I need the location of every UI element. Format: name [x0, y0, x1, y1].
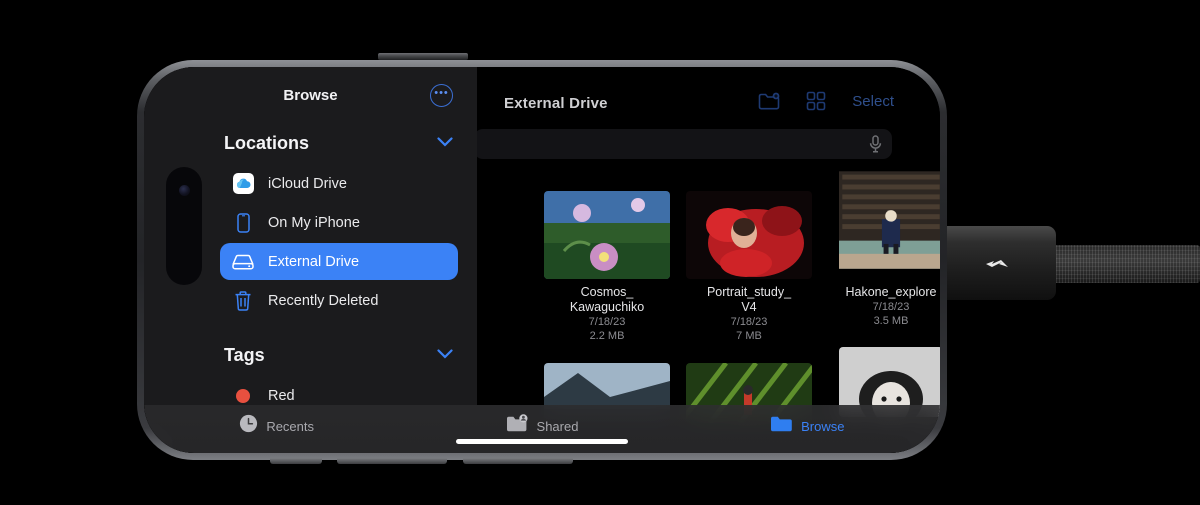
grid-view-icon[interactable]	[806, 91, 826, 111]
iphone-device: External Drive Select Cosmos_ Kawaguchik…	[137, 60, 947, 460]
sidebar-header: Browse •••	[144, 67, 477, 123]
file-name: Portrait_study_ V4	[706, 285, 792, 314]
device-top-edge-detail	[378, 53, 468, 60]
page-title: External Drive	[504, 95, 608, 112]
screenshot-stage: External Drive Select Cosmos_ Kawaguchik…	[0, 0, 1200, 505]
sidebar-item-label: iCloud Drive	[268, 175, 347, 192]
search-input[interactable]	[474, 129, 892, 159]
sidebar-item-on-my-iphone[interactable]: On My iPhone	[220, 204, 458, 241]
select-button[interactable]: Select	[852, 93, 894, 110]
sidebar-item-tag-red[interactable]: Red	[220, 377, 458, 414]
sidebar-item-recently-deleted[interactable]: Recently Deleted	[220, 282, 458, 319]
thunderbolt-cable-cord	[1050, 245, 1200, 283]
sidebar-item-label: Recently Deleted	[268, 292, 379, 309]
thunderbolt-bolt-icon	[986, 260, 1008, 267]
files-app: External Drive Select Cosmos_ Kawaguchik…	[144, 67, 940, 453]
sidebar-section-locations[interactable]: Locations	[144, 123, 477, 163]
front-camera-lens	[179, 185, 190, 196]
shared-folder-icon	[506, 414, 529, 438]
cloud-glyph	[236, 178, 251, 188]
new-folder-icon[interactable]	[758, 92, 780, 111]
external-drive-icon	[232, 251, 254, 273]
sidebar-section-tags[interactable]: Tags	[144, 335, 477, 375]
device-button-bump	[270, 458, 322, 464]
sidebar-item-external-drive[interactable]: External Drive	[220, 243, 458, 280]
device-button-bump	[337, 458, 447, 464]
file-thumbnail	[544, 191, 670, 279]
sidebar-item-label: Red	[268, 387, 295, 404]
sidebar-item-icloud-drive[interactable]: iCloud Drive	[220, 165, 458, 202]
trash-icon	[232, 290, 254, 312]
tab-label: Shared	[536, 418, 579, 434]
home-indicator[interactable]	[456, 439, 628, 444]
file-size: 2.2 MB	[589, 330, 625, 342]
sidebar-item-label: On My iPhone	[268, 214, 360, 231]
microphone-icon[interactable]	[869, 135, 882, 158]
file-date: 7/18/23	[872, 301, 910, 313]
tab-label: Recents	[266, 418, 315, 434]
file-grid: Cosmos_ Kawaguchiko 7/18/23 2.2 MB Portr…	[464, 171, 940, 423]
tab-browse[interactable]: Browse	[675, 414, 940, 438]
ellipsis-circle-icon[interactable]: •••	[430, 84, 453, 107]
file-item[interactable]: Portrait_study_ V4 7/18/23 7 MB	[686, 191, 812, 343]
dynamic-island	[166, 167, 202, 285]
iphone-screen: External Drive Select Cosmos_ Kawaguchik…	[144, 67, 940, 453]
file-name: Cosmos_ Kawaguchiko	[569, 285, 645, 314]
section-title: Tags	[224, 344, 265, 365]
file-item[interactable]: Hakone_explore 7/18/23 3.5 MB	[828, 161, 940, 328]
file-size: 7 MB	[736, 330, 762, 342]
file-size: 3.5 MB	[873, 315, 909, 327]
tab-label: Browse	[801, 418, 845, 434]
folder-icon	[770, 414, 793, 438]
header-actions: Select	[758, 91, 894, 111]
chevron-down-icon[interactable]	[437, 134, 453, 152]
file-item[interactable]: Cosmos_ Kawaguchiko 7/18/23 2.2 MB	[544, 191, 670, 343]
red-tag-dot-icon	[232, 385, 254, 407]
section-title: Locations	[224, 132, 310, 153]
file-thumbnail	[839, 171, 940, 269]
chevron-down-icon[interactable]	[437, 346, 453, 364]
device-button-bump	[463, 458, 573, 464]
sidebar-item-label: External Drive	[268, 253, 360, 270]
file-name: Hakone_explore	[845, 285, 937, 299]
thunderbolt-cable-plug	[932, 226, 1056, 300]
tab-shared[interactable]: Shared	[409, 414, 674, 438]
clock-icon	[239, 414, 258, 438]
sidebar-title: Browse	[283, 87, 338, 104]
file-date: 7/18/23	[730, 316, 768, 328]
iphone-icon	[232, 212, 254, 234]
file-date: 7/18/23	[588, 316, 626, 328]
icloud-icon	[232, 173, 254, 195]
tab-recents[interactable]: Recents	[144, 414, 409, 438]
file-thumbnail	[686, 191, 812, 279]
